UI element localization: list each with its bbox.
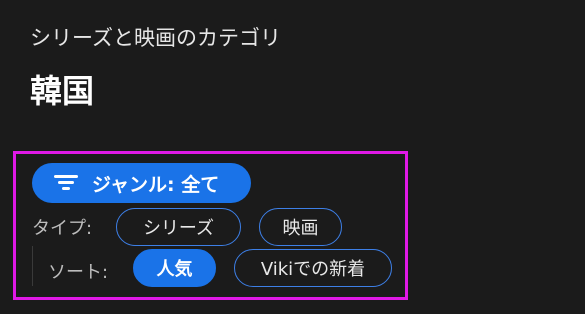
sort-divider: [32, 246, 33, 286]
sort-chip-popular[interactable]: 人気: [133, 249, 216, 287]
type-label: タイプ:: [32, 218, 93, 239]
filter-icon: [54, 175, 78, 191]
genre-filter-button[interactable]: ジャンル: 全て: [32, 163, 251, 203]
filter-panel: ジャンル: 全て タイプ: シリーズ 映画 ソート: 人気 Vikiでの新着: [13, 151, 408, 300]
genre-filter-label: ジャンル: 全て: [92, 173, 220, 196]
page-title: 韓国: [30, 72, 95, 110]
category-page: シリーズと映画のカテゴリ 韓国 ジャンル: 全て タイプ: シリーズ 映画 ソー…: [0, 0, 585, 314]
page-subtitle: シリーズと映画のカテゴリ: [30, 26, 281, 50]
type-chip-movie[interactable]: 映画: [259, 208, 342, 246]
type-chip-series[interactable]: シリーズ: [116, 208, 241, 246]
sort-label: ソート:: [48, 262, 109, 283]
sort-chip-new-on-viki[interactable]: Vikiでの新着: [234, 249, 392, 287]
